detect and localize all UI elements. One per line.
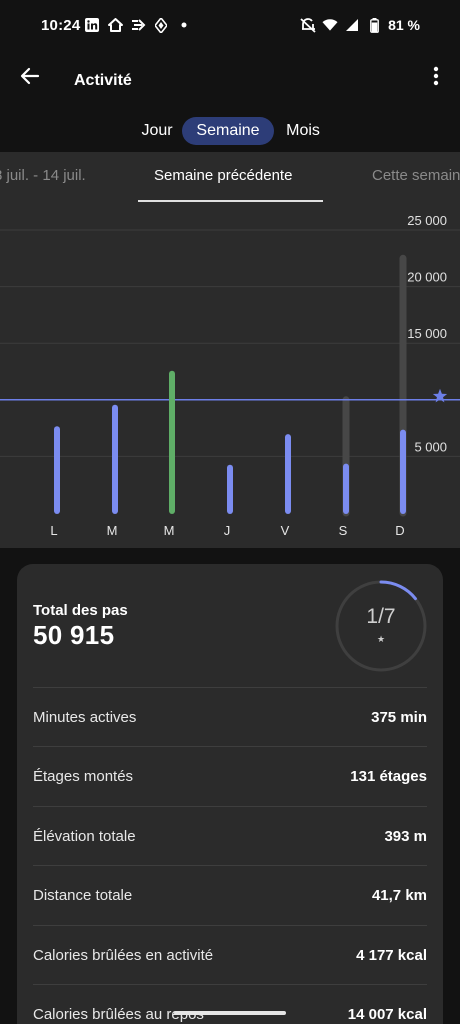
- stat-label: Minutes actives: [33, 709, 137, 726]
- more-vert-icon: [433, 66, 439, 91]
- stat-row: Calories brûlées en activité 4 177 kcal: [33, 924, 427, 984]
- steps-chart-svg: 5 000 15 000 20 000 25 000 L M M J V S D: [0, 213, 460, 538]
- summary-card: Total des pas 50 915 1/7 ★ Minutes activ…: [17, 564, 443, 1024]
- stat-row: Distance totale 41,7 km: [33, 865, 427, 924]
- mute-icon: [300, 17, 316, 33]
- stat-value: 4 177 kcal: [356, 946, 427, 964]
- period-selector: Jour Semaine Mois: [0, 117, 460, 147]
- linkedin-icon: [84, 17, 100, 33]
- stat-label: Élévation totale: [33, 827, 136, 845]
- total-steps-label: Total des pas: [33, 602, 128, 619]
- x-tick-label: D: [395, 523, 404, 538]
- app-bar: Activité: [0, 52, 460, 110]
- total-steps-value: 50 915: [33, 620, 115, 650]
- wifi-icon: [322, 17, 338, 33]
- stat-row: Élévation totale 393 m: [33, 805, 427, 865]
- x-tick-label: L: [50, 523, 57, 538]
- stat-value: 14 007 kcal: [347, 1006, 427, 1023]
- period-previous[interactable]: 8 juil. - 14 juil.: [0, 167, 86, 184]
- period-current[interactable]: Semaine précédente: [154, 167, 292, 184]
- x-tick-label: J: [224, 523, 231, 538]
- status-bar: 10:24 81 %: [0, 0, 460, 52]
- period-carousel: 8 juil. - 14 juil. Semaine précédente Ce…: [0, 152, 460, 204]
- goal-star-icon: ★: [376, 634, 386, 644]
- app-icon: [153, 17, 169, 33]
- arrow-left-icon: [20, 67, 40, 90]
- tab-day[interactable]: Jour: [137, 117, 177, 145]
- home-indicator[interactable]: [174, 1011, 286, 1015]
- tab-month[interactable]: Mois: [280, 117, 326, 145]
- stat-value: 375 min: [371, 709, 427, 726]
- stat-label: Étages montés: [33, 768, 134, 786]
- stat-row: Calories brûlées au repos 14 007 kcal: [33, 984, 427, 1024]
- stat-value: 41,7 km: [371, 887, 427, 905]
- y-tick-label: 25 000: [407, 213, 447, 228]
- period-next[interactable]: Cette semaine: [372, 167, 460, 184]
- tab-week[interactable]: Semaine: [182, 117, 274, 145]
- status-time: 10:24: [41, 17, 81, 34]
- y-tick-label: 5 000: [414, 439, 447, 454]
- notification-icons: [84, 17, 192, 33]
- y-tick-label: 15 000: [407, 326, 447, 341]
- battery-percent: 81 %: [388, 17, 420, 33]
- strava-icon: [130, 17, 146, 33]
- home-icon: [107, 17, 123, 33]
- stat-value: 131 étages: [350, 768, 427, 786]
- x-tick-label: M: [164, 523, 175, 538]
- stat-label: Distance totale: [33, 887, 133, 905]
- stat-row: Minutes actives 375 min: [33, 687, 427, 746]
- goal-ratio: 1/7: [366, 605, 396, 628]
- x-tick-label: M: [107, 523, 118, 538]
- x-tick-label: S: [339, 523, 348, 538]
- dot-icon: [176, 17, 192, 33]
- battery-icon: [366, 17, 382, 33]
- back-button[interactable]: [14, 62, 46, 94]
- stat-value: 393 m: [384, 827, 427, 845]
- x-tick-label: V: [281, 523, 290, 538]
- more-options-button[interactable]: [426, 62, 446, 94]
- stat-row: Étages montés 131 étages: [33, 746, 427, 805]
- page-title: Activité: [74, 72, 132, 89]
- stat-label: Calories brûlées en activité: [33, 946, 214, 964]
- period-underline: [138, 200, 323, 202]
- steps-chart: 5 000 15 000 20 000 25 000 L M M J V S D: [0, 204, 460, 548]
- system-icons: 81 %: [300, 17, 420, 33]
- signal-icon: [344, 17, 360, 33]
- y-tick-label: 20 000: [407, 270, 447, 285]
